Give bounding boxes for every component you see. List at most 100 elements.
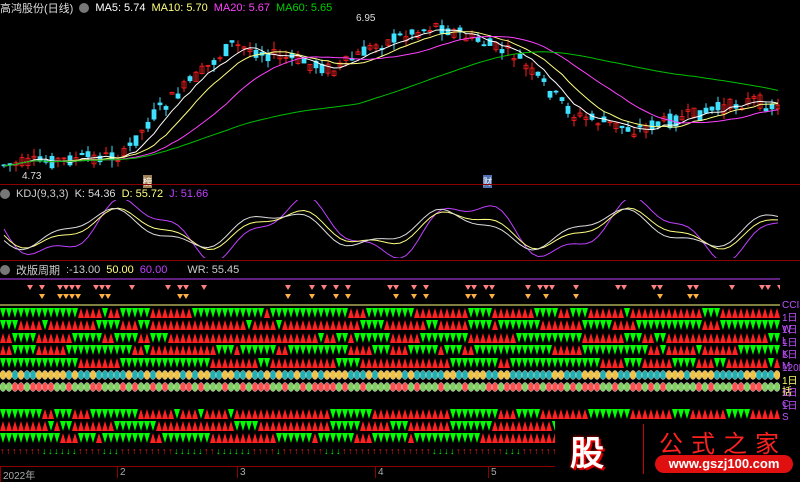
up-triangle-icon: [222, 433, 228, 443]
up-triangle-icon: [276, 333, 282, 343]
up-triangle-icon: [624, 320, 630, 330]
up-triangle-icon: [570, 320, 576, 330]
up-triangle-icon: [150, 345, 156, 355]
down-triangle-icon: [324, 345, 330, 355]
down-triangle-icon: [282, 308, 288, 318]
down-triangle-icon: [126, 433, 132, 443]
down-triangle-icon: [138, 320, 144, 330]
coin-icon: [239, 370, 247, 380]
down-triangle-icon: [594, 320, 600, 330]
down-triangle-icon: [48, 308, 54, 318]
down-triangle-icon: [522, 320, 528, 330]
down-triangle-icon: [54, 433, 60, 443]
up-triangle-icon: [120, 320, 126, 330]
candle: [157, 102, 163, 106]
up-triangle-icon: [390, 345, 396, 355]
candle: [769, 103, 775, 110]
up-triangle-icon: [0, 333, 6, 343]
up-triangle-icon: [408, 409, 414, 419]
down-triangle-icon: [24, 308, 30, 318]
down-triangle-icon: [774, 345, 780, 355]
down-arrow-icon: ↓: [114, 446, 119, 456]
down-triangle-icon: [558, 333, 564, 343]
coin-icon: [737, 370, 745, 380]
coin-icon: [17, 382, 25, 392]
coin-icon: [635, 370, 643, 380]
up-triangle-icon: [6, 345, 12, 355]
up-triangle-icon: [420, 421, 426, 431]
gem-icon: [693, 285, 699, 290]
up-triangle-icon: [432, 409, 438, 419]
up-triangle-icon: [216, 358, 222, 368]
up-triangle-icon: [192, 333, 198, 343]
coin-icon: [35, 382, 43, 392]
down-triangle-icon: [222, 345, 228, 355]
up-triangle-icon: [402, 320, 408, 330]
down-triangle-icon: [672, 320, 678, 330]
up-triangle-icon: [666, 333, 672, 343]
up-triangle-icon: [522, 308, 528, 318]
up-triangle-icon: [504, 421, 510, 431]
down-triangle-icon: [660, 345, 666, 355]
down-triangle-icon: [594, 358, 600, 368]
price-chart[interactable]: [0, 15, 780, 183]
down-triangle-icon: [654, 333, 660, 343]
down-triangle-icon: [498, 320, 504, 330]
up-triangle-icon: [174, 345, 180, 355]
up-triangle-icon: [444, 308, 450, 318]
collapse-icon[interactable]: [0, 265, 10, 275]
collapse-icon[interactable]: [79, 3, 90, 13]
down-triangle-icon: [510, 358, 516, 368]
down-triangle-icon: [444, 333, 450, 343]
collapse-icon[interactable]: [0, 189, 10, 199]
up-triangle-icon: [600, 308, 606, 318]
event-marker[interactable]: 财: [483, 175, 493, 188]
ma-line: [3, 35, 779, 167]
up-triangle-icon: [294, 358, 300, 368]
down-triangle-icon: [768, 333, 774, 343]
candle: [475, 37, 481, 42]
gem-icon: [129, 285, 135, 290]
up-triangle-icon: [48, 333, 54, 343]
down-triangle-icon: [132, 333, 138, 343]
kdj-chart[interactable]: [0, 200, 780, 258]
down-triangle-icon: [540, 358, 546, 368]
row-label: CCI3: [782, 300, 800, 311]
up-triangle-icon: [768, 308, 774, 318]
down-triangle-icon: [90, 433, 96, 443]
down-arrow-icon: ↓: [54, 446, 59, 456]
coin-icon: [317, 370, 325, 380]
down-triangle-icon: [528, 333, 534, 343]
down-triangle-icon: [654, 320, 660, 330]
up-triangle-icon: [402, 409, 408, 419]
up-triangle-icon: [186, 333, 192, 343]
up-arrow-icon: ↑: [492, 446, 497, 456]
down-triangle-icon: [384, 308, 390, 318]
up-arrow-icon: ↑: [252, 446, 257, 456]
up-triangle-icon: [0, 345, 6, 355]
gem-icon: [387, 285, 393, 290]
down-triangle-icon: [450, 421, 456, 431]
down-triangle-icon: [180, 358, 186, 368]
coin-icon: [611, 382, 619, 392]
gem-icon: [309, 285, 315, 290]
candle: [517, 53, 523, 59]
coin-icon: [227, 382, 235, 392]
up-triangle-icon: [300, 358, 306, 368]
down-triangle-icon: [474, 421, 480, 431]
up-triangle-icon: [414, 308, 420, 318]
up-triangle-icon: [354, 345, 360, 355]
up-triangle-icon: [726, 308, 732, 318]
up-triangle-icon: [504, 358, 510, 368]
up-arrow-icon: ↑: [30, 446, 35, 456]
up-arrow-icon: ↑: [126, 446, 131, 456]
site-url[interactable]: www.gszj100.com: [655, 455, 793, 473]
coin-icon: [755, 370, 763, 380]
down-arrow-icon: ↓: [504, 446, 509, 456]
up-triangle-icon: [732, 358, 738, 368]
up-triangle-icon: [498, 433, 504, 443]
up-triangle-icon: [720, 345, 726, 355]
up-triangle-icon: [738, 333, 744, 343]
up-triangle-icon: [372, 409, 378, 419]
up-triangle-icon: [648, 308, 654, 318]
